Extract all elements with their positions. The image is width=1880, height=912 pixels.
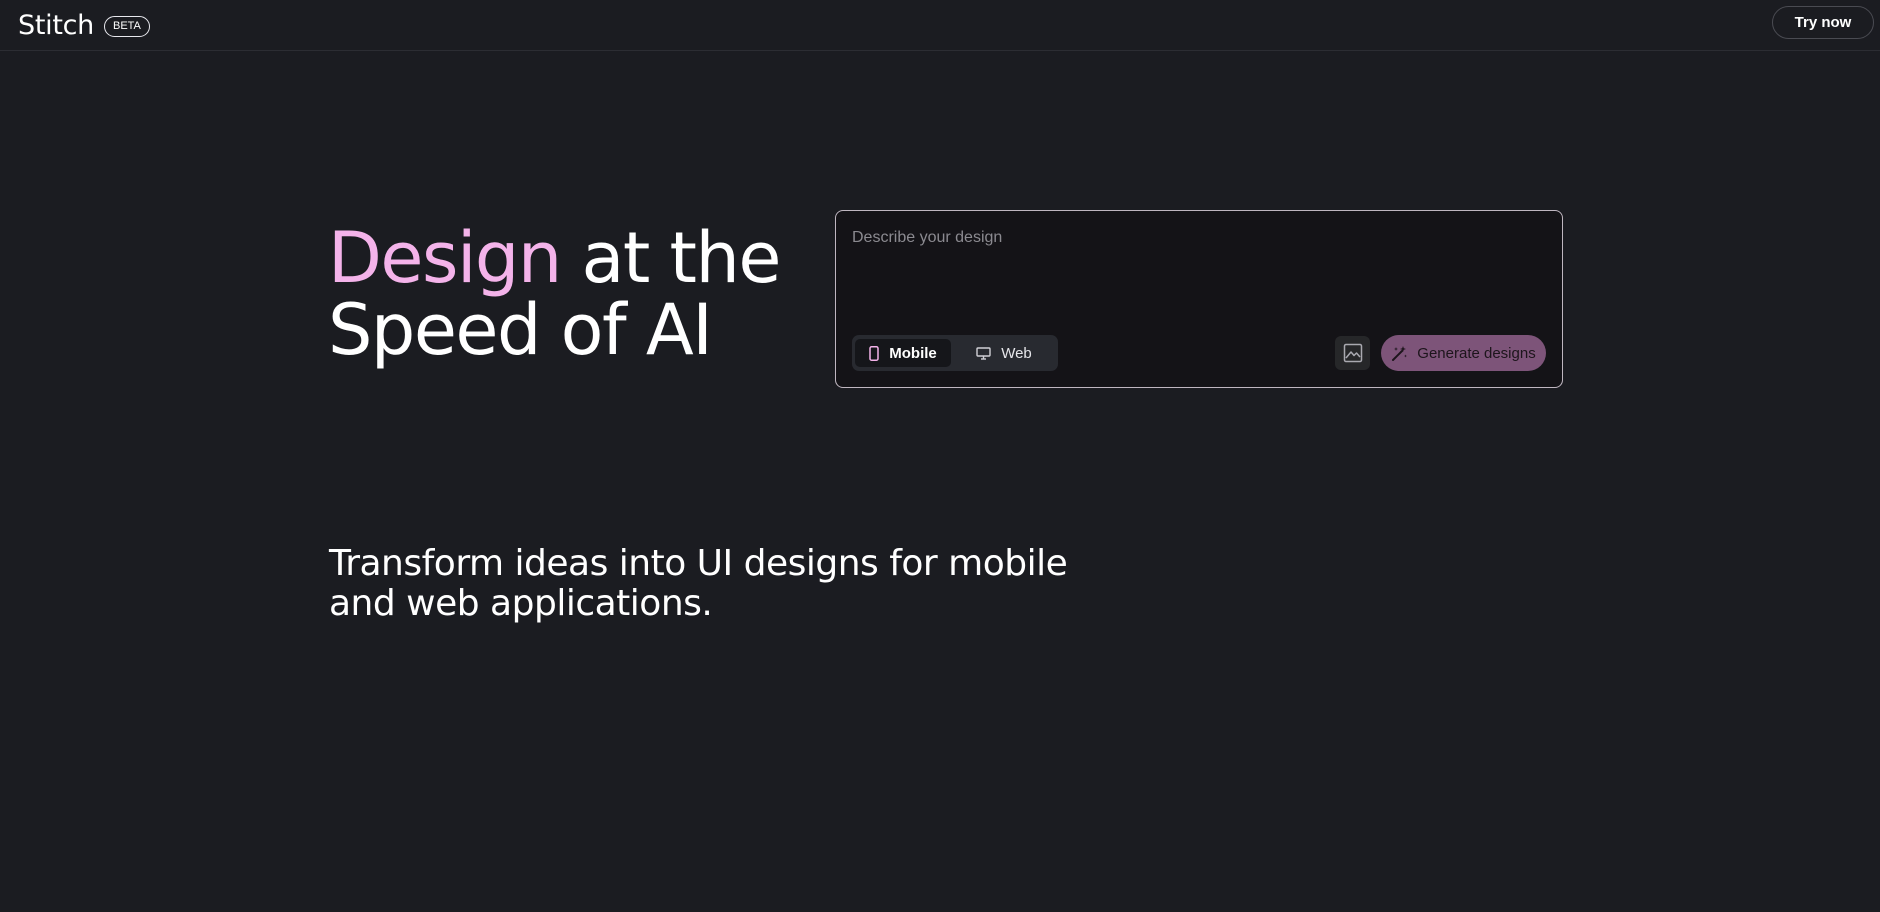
device-option-mobile[interactable]: Mobile [855,339,951,367]
brand-logo-text: Stitch [18,10,94,41]
device-option-web[interactable]: Web [955,339,1053,367]
hero-title-accent: Design [328,217,562,299]
brand[interactable]: Stitch BETA [18,10,150,41]
attach-image-button[interactable] [1335,336,1370,370]
hero-title-line2: Speed of AI [328,289,713,371]
describe-design-input[interactable] [852,229,1542,299]
design-prompt-card: Mobile Web Generate designs [835,210,1563,388]
smartphone-icon [869,345,879,361]
image-icon [1343,343,1362,363]
try-now-button[interactable]: Try now [1772,6,1874,39]
device-option-label: Mobile [889,344,937,362]
device-type-toggle: Mobile Web [852,335,1058,371]
generate-designs-label: Generate designs [1417,344,1536,362]
generate-designs-button[interactable]: Generate designs [1381,335,1546,371]
hero-subtitle: Transform ideas into UI designs for mobi… [329,543,1068,624]
hero-title-line1-rest: at the [560,217,781,299]
monitor-icon [976,346,991,360]
magic-wand-icon [1392,345,1408,361]
beta-badge: BETA [103,15,150,37]
device-option-label: Web [1001,344,1032,362]
hero-title: Design at the Speed of AI [328,222,781,366]
top-navigation-bar: Stitch BETA Try now [0,0,1880,51]
